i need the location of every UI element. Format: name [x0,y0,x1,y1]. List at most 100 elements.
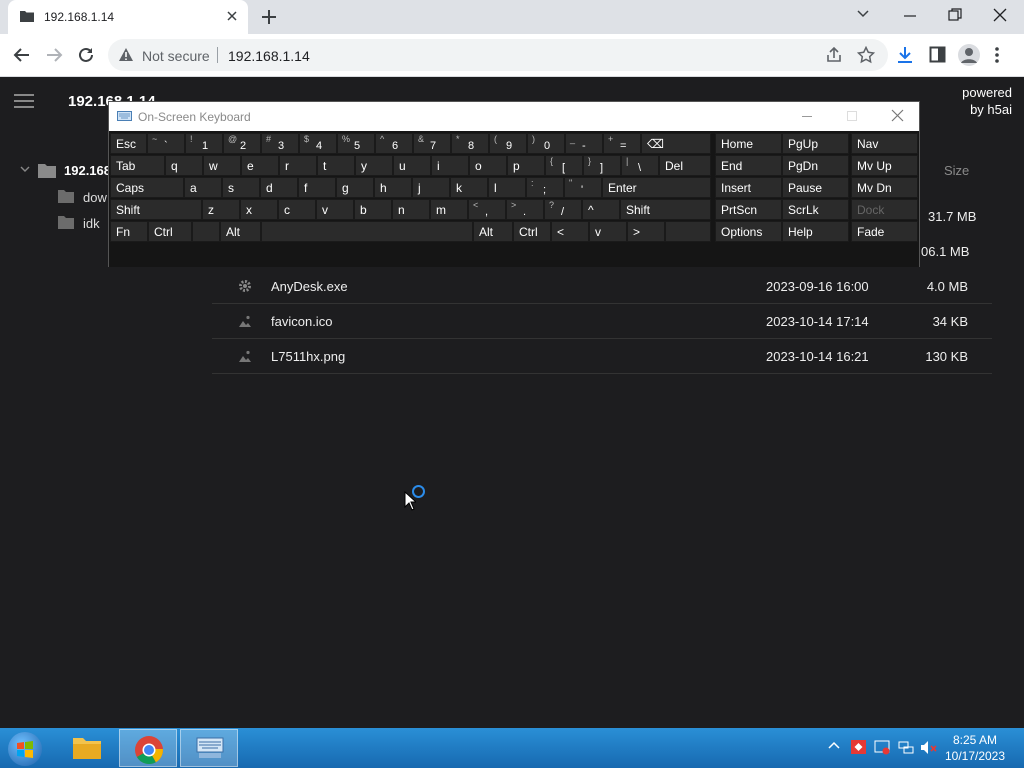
osk-key[interactable]: l [488,177,526,198]
osk-key[interactable]: Dock [851,199,918,220]
osk-key[interactable]: r [279,155,317,176]
tree-item[interactable]: idk [83,216,100,231]
osk-key[interactable]: @2 [223,133,261,154]
file-name[interactable]: L7511hx.png [271,349,345,364]
osk-key[interactable]: :; [526,177,564,198]
file-name[interactable]: favicon.ico [271,314,332,329]
powered-by-link[interactable]: powered by h5ai [940,84,1012,118]
osk-key[interactable]: PrtScn [715,199,782,220]
chevron-up-icon[interactable] [828,740,840,750]
osk-key-caps[interactable]: Caps [110,177,184,198]
osk-key[interactable]: (9 [489,133,527,154]
osk-key[interactable]: x [240,199,278,220]
osk-key-del[interactable]: Del [659,155,711,176]
osk-taskbar-button[interactable] [180,729,238,767]
chevron-down-icon[interactable] [20,165,30,173]
osk-key[interactable]: Fade [851,221,918,242]
osk-key[interactable]: PgDn [782,155,849,176]
tree-root-label[interactable]: 192.168 [64,163,111,178]
anydesk-tray-icon[interactable] [851,740,866,754]
osk-key[interactable]: q [165,155,203,176]
file-explorer-button[interactable] [58,729,116,767]
share-icon[interactable] [825,46,843,64]
osk-key[interactable]: u [393,155,431,176]
volume-muted-icon[interactable] [920,740,938,755]
osk-key[interactable]: m [430,199,468,220]
hamburger-menu-icon[interactable] [14,94,34,108]
osk-key-esc[interactable]: Esc [110,133,147,154]
osk-key[interactable]: o [469,155,507,176]
file-row[interactable]: L7511hx.png 2023-10-14 16:21 130 KB [212,339,992,374]
osk-key[interactable]: ^ 6 [375,133,413,154]
minimize-icon[interactable] [802,116,812,117]
osk-key[interactable]: ? / [544,199,582,220]
menu-key[interactable] [665,221,711,242]
windows-key[interactable] [192,221,220,242]
osk-key[interactable]: Pause [782,177,849,198]
security-label[interactable]: Not secure [142,48,210,64]
osk-key[interactable]: b [354,199,392,220]
minimize-icon[interactable] [903,9,917,23]
start-button[interactable] [8,732,42,766]
osk-key[interactable]: #3 [261,133,299,154]
osk-key[interactable]: $4 [299,133,337,154]
osk-key[interactable]: t [317,155,355,176]
osk-key[interactable]: f [298,177,336,198]
close-tab-icon[interactable] [226,10,238,22]
osk-key[interactable]: ! 1 [185,133,223,154]
new-tab-icon[interactable] [260,8,278,26]
osk-key[interactable]: {[ [545,155,583,176]
network-icon[interactable] [898,740,914,755]
system-clock[interactable]: 8:25 AM 10/17/2023 [942,732,1008,764]
osk-key[interactable]: ) 0 [527,133,565,154]
tree-item[interactable]: dow [83,190,107,205]
file-name[interactable]: AnyDesk.exe [271,279,348,294]
osk-key-alt[interactable]: Alt [220,221,261,242]
arrow-left-key[interactable]: < [551,221,589,242]
maximize-icon[interactable] [847,111,857,121]
osk-key-ctrl[interactable]: Ctrl [148,221,192,242]
osk-key-ctrl[interactable]: Ctrl [513,221,551,242]
osk-key[interactable]: k [450,177,488,198]
osk-key[interactable]: " ' [564,177,602,198]
backspace-key[interactable]: ⌫ [641,133,711,154]
osk-key[interactable]: <, [468,199,506,220]
osk-key[interactable]: End [715,155,782,176]
file-row[interactable]: favicon.ico 2023-10-14 17:14 34 KB [212,304,992,339]
osk-key[interactable]: Options [715,221,782,242]
osk-title-bar[interactable]: On-Screen Keyboard [109,102,919,131]
osk-key[interactable]: & 7 [413,133,451,154]
reload-icon[interactable] [77,46,95,64]
arrow-up-key[interactable]: ^ [582,199,620,220]
osk-key[interactable]: g [336,177,374,198]
arrow-right-key[interactable]: > [627,221,665,242]
osk-key[interactable]: Nav [851,133,918,154]
osk-key[interactable]: Mv Dn [851,177,918,198]
kebab-menu-icon[interactable] [994,46,1000,64]
profile-avatar-icon[interactable] [958,44,980,66]
osk-key[interactable]: }] [583,155,621,176]
osk-key[interactable]: Mv Up [851,155,918,176]
osk-key-shift-left[interactable]: Shift [110,199,202,220]
close-window-icon[interactable] [993,8,1007,22]
back-arrow-icon[interactable] [13,46,31,64]
osk-key[interactable]: * 8 [451,133,489,154]
osk-key[interactable]: i [431,155,469,176]
restore-icon[interactable] [948,8,962,22]
osk-key[interactable]: j [412,177,450,198]
osk-key-fn[interactable]: Fn [110,221,148,242]
url-text[interactable]: 192.168.1.14 [228,48,310,64]
osk-key[interactable]: >. [506,199,544,220]
browser-tab[interactable]: 192.168.1.14 [8,0,248,34]
space-key[interactable] [261,221,473,242]
osk-key[interactable]: y [355,155,393,176]
osk-key[interactable]: h [374,177,412,198]
osk-key[interactable]: w [203,155,241,176]
action-center-icon[interactable] [874,740,890,755]
osk-key[interactable]: _ - [565,133,603,154]
osk-key[interactable]: z [202,199,240,220]
close-icon[interactable] [891,109,904,122]
osk-key[interactable]: | \ [621,155,659,176]
osk-key[interactable]: e [241,155,279,176]
osk-key[interactable]: PgUp [782,133,849,154]
